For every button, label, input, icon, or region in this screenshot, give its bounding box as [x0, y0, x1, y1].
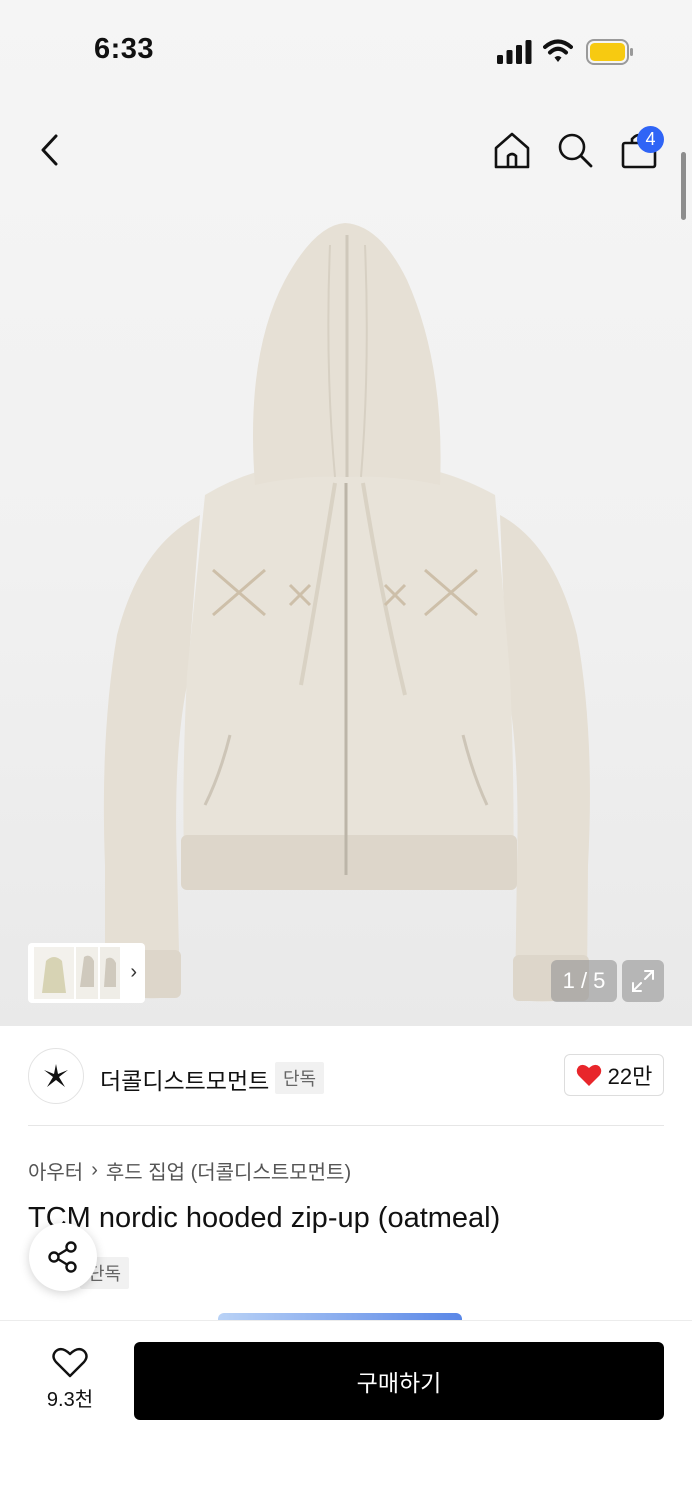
status-time: 6:33 — [94, 33, 155, 65]
brand-name[interactable]: 더콜디스트모먼트 — [100, 1062, 269, 1096]
top-navigation — [0, 110, 692, 190]
product-image[interactable] — [95, 215, 600, 1010]
thumbnail-images — [34, 947, 120, 999]
wishlist-button[interactable]: 9.3천 — [30, 1347, 110, 1417]
product-title: TCM nordic hooded zip-up (oatmeal) — [28, 1202, 501, 1234]
exclusive-badge: 단독 — [275, 1062, 325, 1094]
heart-icon — [52, 1347, 88, 1378]
brand-like-count: 22만 — [607, 1064, 653, 1089]
breadcrumb-subcategory[interactable]: 후드 집업 (더콜디스트모먼트) — [106, 1156, 351, 1185]
bottom-action-bar: 9.3천 구매하기 — [0, 1320, 692, 1500]
back-button[interactable] — [26, 126, 74, 174]
buy-button[interactable]: 구매하기 — [134, 1342, 664, 1420]
status-bar: 6:33 — [0, 0, 692, 100]
home-icon — [494, 132, 530, 169]
brand-row: 더콜디스트모먼트 단독 22만 — [28, 1046, 664, 1106]
battery-icon — [586, 39, 633, 65]
expand-image-button[interactable] — [622, 960, 664, 1002]
brand-star-logo-icon — [44, 1064, 68, 1087]
share-icon — [48, 1241, 77, 1273]
product-gallery[interactable]: 6:33 4 › 1 / 5 — [0, 0, 692, 1026]
cart-count-badge: 4 — [637, 126, 664, 153]
cellular-signal-icon — [497, 40, 532, 64]
brand-logo[interactable] — [28, 1048, 84, 1104]
breadcrumb-separator-icon: › — [91, 1159, 98, 1181]
thumbnail-strip[interactable]: › — [28, 943, 145, 1003]
wishlist-count: 9.3천 — [46, 1389, 94, 1411]
share-button[interactable] — [29, 1223, 97, 1291]
search-button[interactable] — [551, 126, 599, 174]
divider — [28, 1125, 664, 1126]
expand-icon — [632, 970, 654, 992]
chevron-right-icon: › — [130, 961, 137, 983]
image-page-indicator: 1 / 5 — [551, 960, 617, 1002]
chevron-left-icon — [41, 134, 58, 166]
scroll-indicator — [681, 152, 686, 220]
wifi-icon — [543, 39, 573, 62]
heart-filled-icon — [576, 1064, 601, 1086]
home-button[interactable] — [488, 126, 536, 174]
breadcrumb: 아우터 › 후드 집업 (더콜디스트모먼트) — [28, 1156, 351, 1185]
breadcrumb-category[interactable]: 아우터 — [28, 1156, 83, 1185]
brand-like-button[interactable]: 22만 — [564, 1054, 664, 1096]
search-icon — [558, 133, 593, 168]
